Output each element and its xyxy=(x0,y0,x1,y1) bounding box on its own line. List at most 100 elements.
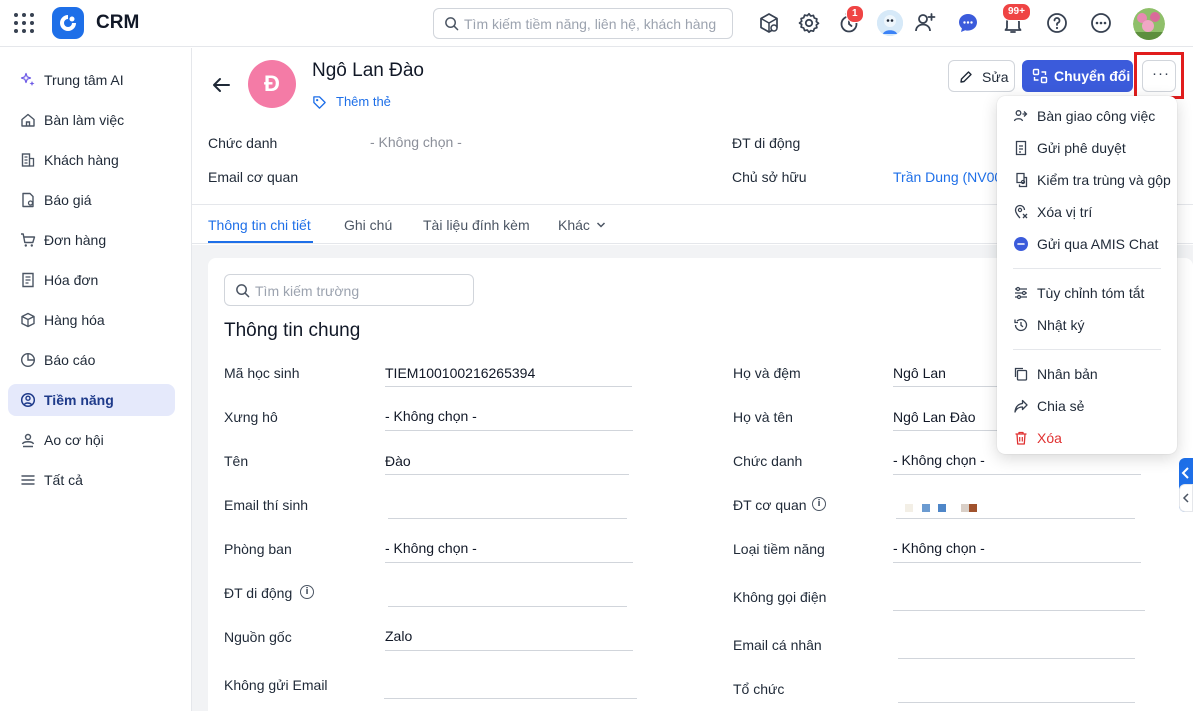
menu-item-amis-chat[interactable]: Gửi qua AMIS Chat xyxy=(997,230,1177,258)
sidebar-item-label: Tất cả xyxy=(44,472,83,488)
app-launcher-icon[interactable] xyxy=(14,13,34,33)
cart-icon xyxy=(21,233,36,247)
summary-owner-value[interactable]: Trần Dung (NV00 xyxy=(893,169,1002,185)
add-tag-label: Thêm thẻ xyxy=(336,94,391,109)
chevron-left-icon xyxy=(1181,467,1189,479)
help-icon[interactable] xyxy=(1045,11,1069,35)
menu-item-send-approval[interactable]: Gửi phê duyệt xyxy=(997,134,1177,162)
sidebar-item-leads[interactable]: Tiềm năng xyxy=(8,384,175,416)
tab-details[interactable]: Thông tin chi tiết xyxy=(208,217,311,233)
field-search-input[interactable] xyxy=(255,281,465,301)
menu-item-handover[interactable]: Bàn giao công việc xyxy=(997,102,1177,130)
menu-item-history[interactable]: Nhật ký xyxy=(997,311,1177,339)
tab-notes[interactable]: Ghi chú xyxy=(344,217,392,233)
menu-item-duplicate[interactable]: Nhân bản xyxy=(997,360,1177,388)
menu-item-customize-summary[interactable]: Tùy chỉnh tóm tắt xyxy=(997,279,1177,307)
field-label: Chức danh xyxy=(733,453,803,469)
sidebar-item-label: Báo giá xyxy=(44,192,92,208)
info-icon[interactable]: i xyxy=(812,497,826,511)
field-underline xyxy=(385,430,633,431)
record-avatar: Đ xyxy=(248,60,296,108)
opportunity-icon xyxy=(21,433,35,448)
convert-button[interactable]: Chuyển đổi xyxy=(1022,60,1133,92)
info-icon[interactable]: i xyxy=(300,585,314,599)
global-search[interactable] xyxy=(433,8,733,39)
field-value[interactable]: Ngô Lan xyxy=(893,365,946,381)
sidebar-item-products[interactable]: Hàng hóa xyxy=(8,304,175,336)
sidebar-item-invoices[interactable]: Hóa đơn xyxy=(8,264,175,296)
tab-more[interactable]: Khác xyxy=(558,217,606,233)
convert-icon xyxy=(1032,68,1048,84)
tab-attachments[interactable]: Tài liệu đính kèm xyxy=(423,217,530,233)
field-value[interactable]: - Không chọn - xyxy=(385,408,477,424)
chevron-left-icon xyxy=(1182,493,1189,503)
field-label: Email thí sinh xyxy=(224,497,309,513)
field-value[interactable]: Ngô Lan Đào xyxy=(893,409,976,425)
side-panel-collapse[interactable] xyxy=(1179,484,1193,512)
home-icon xyxy=(21,113,35,127)
user-avatar[interactable] xyxy=(1133,8,1165,40)
menu-item-duplicate-check[interactable]: Kiểm tra trùng và gộp xyxy=(997,166,1177,194)
menu-item-share[interactable]: Chia sẻ xyxy=(997,392,1177,420)
field-underline xyxy=(893,474,1141,475)
edit-button[interactable]: Sửa xyxy=(948,60,1015,92)
menu-item-label: Nhân bản xyxy=(1037,366,1098,382)
sidebar-item-label: Báo cáo xyxy=(44,352,96,368)
section-title: Thông tin chung xyxy=(224,320,361,341)
sparkle-icon xyxy=(20,72,35,86)
chat-icon xyxy=(1014,237,1028,251)
field-label: Họ và đệm xyxy=(733,365,801,381)
sidebar-item-all[interactable]: Tất cả xyxy=(8,464,175,496)
menu-item-label: Bàn giao công việc xyxy=(1037,108,1156,124)
field-value[interactable]: Zalo xyxy=(385,628,412,644)
summary-mobile-label: ĐT di động xyxy=(732,135,801,151)
add-user-icon[interactable] xyxy=(913,11,937,35)
messenger-icon[interactable] xyxy=(956,11,980,35)
sidebar-item-label: Tiềm năng xyxy=(44,392,114,408)
menu-item-label: Nhật ký xyxy=(1037,317,1085,333)
sidebar-item-orders[interactable]: Đơn hàng xyxy=(8,224,175,256)
duplicate-check-icon xyxy=(1016,172,1028,188)
menu-icon xyxy=(21,475,35,485)
bot-avatar-icon[interactable] xyxy=(877,10,903,36)
sidebar-item-label: Ao cơ hội xyxy=(44,432,104,448)
back-arrow-icon[interactable] xyxy=(210,74,232,96)
field-value[interactable]: - Không chọn - xyxy=(385,540,477,556)
sidebar-item-quotes[interactable]: Báo giá xyxy=(8,184,175,216)
field-search[interactable] xyxy=(224,274,474,306)
sidebar-item-reports[interactable]: Báo cáo xyxy=(8,344,175,376)
box-icon xyxy=(21,312,35,328)
menu-item-delete[interactable]: Xóa xyxy=(997,424,1177,452)
more-options-icon[interactable] xyxy=(1089,11,1113,35)
timer-badge: 1 xyxy=(846,5,864,23)
field-value[interactable]: TIEM10010021626539​4 xyxy=(385,365,535,381)
field-underline xyxy=(893,610,1145,611)
sidebar-item-opportunities[interactable]: Ao cơ hội xyxy=(8,424,175,456)
building-icon xyxy=(21,153,35,167)
menu-item-remove-location[interactable]: Xóa vị trí xyxy=(997,198,1177,226)
field-label: ĐT di động xyxy=(224,585,293,601)
summary-job-title-value[interactable]: - Không chọn - xyxy=(370,134,462,150)
sidebar-item-workspace[interactable]: Bàn làm việc xyxy=(8,104,175,136)
field-label: Email cá nhân xyxy=(733,637,822,653)
field-label: Loại tiềm năng xyxy=(733,541,825,557)
field-underline xyxy=(898,658,1135,659)
field-value[interactable]: - Không chọn - xyxy=(893,540,985,556)
field-value[interactable]: Đào xyxy=(385,453,411,469)
sidebar-item-label: Đơn hàng xyxy=(44,232,107,248)
sidebar-item-customers[interactable]: Khách hàng xyxy=(8,144,175,176)
ai-cube-icon[interactable] xyxy=(757,11,781,35)
menu-item-label: Kiểm tra trùng và gộp xyxy=(1037,172,1171,188)
sidebar-item-ai-center[interactable]: Trung tâm AI xyxy=(8,64,175,96)
app-name: CRM xyxy=(96,12,140,33)
summary-work-email-label: Email cơ quan xyxy=(208,169,299,185)
crm-logo-icon[interactable] xyxy=(52,7,84,39)
share-icon xyxy=(1014,399,1028,413)
global-search-input[interactable] xyxy=(464,14,726,34)
masked-phone-pixel xyxy=(969,504,977,512)
field-value[interactable]: - Không chọn - xyxy=(893,452,985,468)
convert-button-label: Chuyển đổi xyxy=(1054,68,1131,84)
settings-gear-icon[interactable] xyxy=(797,11,821,35)
menu-divider xyxy=(1013,268,1161,269)
top-bar: CRM 1 99+ xyxy=(0,0,1193,47)
